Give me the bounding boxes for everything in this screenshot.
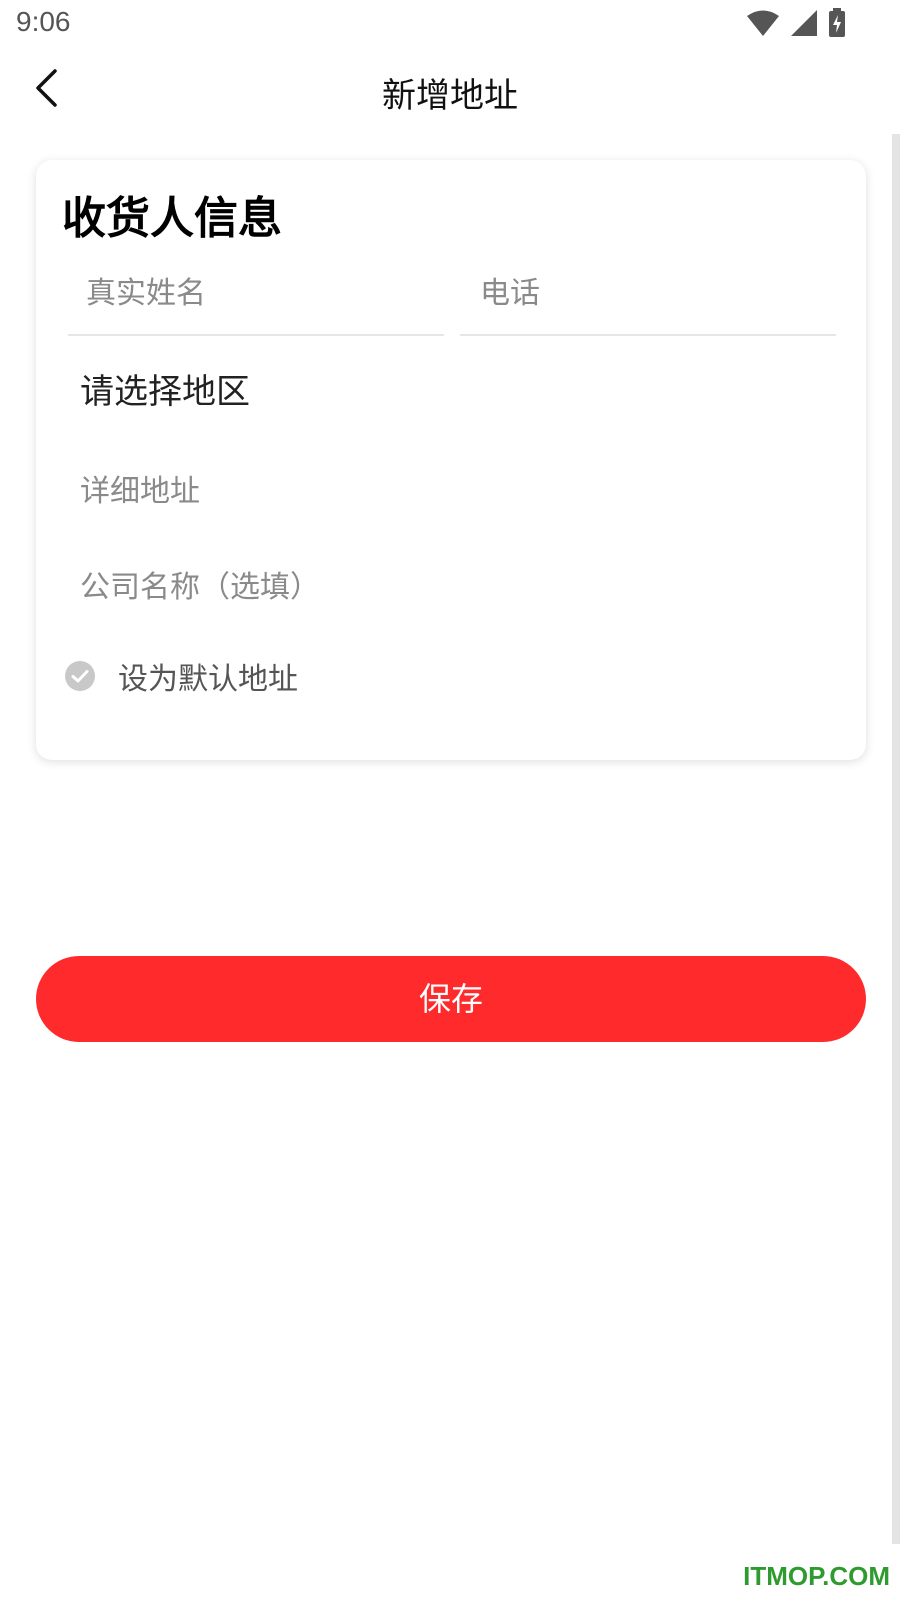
section-title: 收货人信息 — [62, 193, 282, 244]
save-button[interactable]: 保存 — [36, 956, 866, 1042]
consignee-info-card: 收货人信息 真实姓名 电话 请选择地区 详细地址 公司名称（选填） 设为默认地址 — [36, 160, 866, 760]
status-bar: 9:06 — [0, 0, 900, 48]
phone-placeholder: 电话 — [480, 276, 540, 311]
header: 新增地址 — [0, 48, 900, 134]
signal-icon — [790, 9, 818, 41]
region-value: 请选择地区 — [80, 372, 250, 412]
wifi-icon — [746, 9, 780, 41]
status-icons — [746, 8, 846, 42]
scrollbar[interactable] — [892, 134, 900, 1544]
default-address-label: 设为默认地址 — [118, 662, 298, 697]
watermark: ITMOP.COM — [743, 1561, 890, 1591]
detail-address-placeholder: 详细地址 — [80, 474, 200, 509]
battery-charging-icon — [828, 8, 846, 42]
name-input[interactable]: 真实姓名 — [68, 272, 444, 336]
detail-address-input[interactable]: 详细地址 — [80, 470, 820, 514]
name-placeholder: 真实姓名 — [86, 276, 206, 311]
status-time: 9:06 — [16, 6, 71, 37]
company-name-placeholder: 公司名称（选填） — [80, 570, 320, 605]
phone-input[interactable]: 电话 — [460, 272, 836, 336]
region-selector[interactable]: 请选择地区 — [80, 368, 820, 416]
default-address-checkbox[interactable]: 设为默认地址 — [64, 654, 298, 698]
check-circle-icon — [64, 660, 96, 692]
page-title: 新增地址 — [382, 76, 518, 116]
company-name-input[interactable]: 公司名称（选填） — [80, 566, 820, 610]
